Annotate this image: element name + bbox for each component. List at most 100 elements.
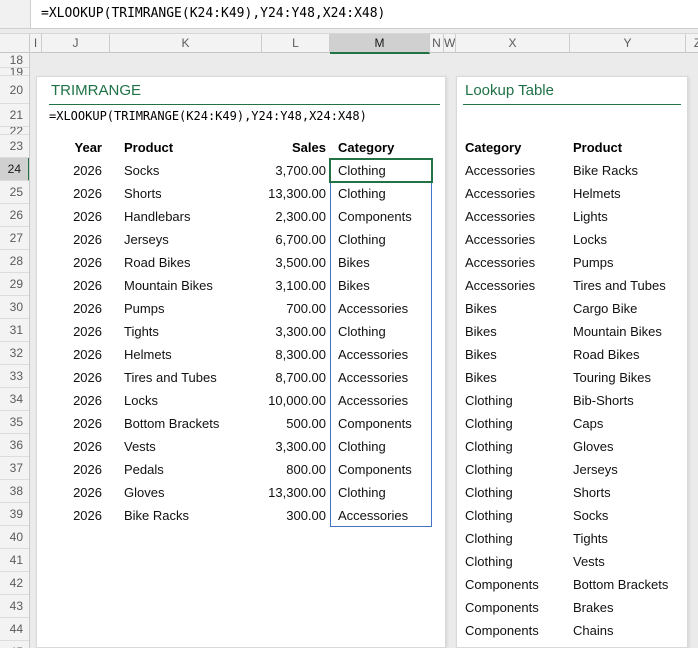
lookup-category-cell[interactable]: Bikes <box>465 297 573 320</box>
year-header[interactable]: Year <box>47 136 102 159</box>
lookup-category-cell[interactable]: Components <box>465 596 573 619</box>
row-header-36[interactable]: 36 <box>0 434 29 457</box>
row-header-22[interactable]: 22 <box>0 127 29 135</box>
product-cell[interactable]: Pumps <box>124 297 264 320</box>
product-cell[interactable]: Pedals <box>124 458 264 481</box>
year-cell[interactable]: 2026 <box>47 481 102 504</box>
sales-cell[interactable]: 3,100.00 <box>264 274 326 297</box>
category-cell[interactable]: Bikes <box>334 274 429 297</box>
table-row[interactable]: 2026 Handlebars 2,300.00 Components <box>37 205 445 228</box>
lookup-category-cell[interactable]: Accessories <box>465 159 573 182</box>
sales-cell[interactable]: 8,700.00 <box>264 366 326 389</box>
category-cell[interactable]: Clothing <box>334 228 429 251</box>
lookup-row[interactable]: Clothing Socks <box>457 504 687 527</box>
lookup-category-cell[interactable]: Accessories <box>465 251 573 274</box>
lookup-product-cell[interactable]: Handlebars <box>573 642 685 647</box>
category-cell[interactable]: Bikes <box>334 251 429 274</box>
row-header-43[interactable]: 43 <box>0 595 29 618</box>
lookup-row[interactable]: Accessories Helmets <box>457 182 687 205</box>
year-cell[interactable]: 2026 <box>47 504 102 527</box>
lookup-category-cell[interactable]: Components <box>465 573 573 596</box>
year-cell[interactable]: 2026 <box>47 182 102 205</box>
select-all-corner[interactable] <box>0 34 30 53</box>
lookup-product-cell[interactable]: Chains <box>573 619 685 642</box>
lookup-row[interactable]: Components Handlebars <box>457 642 687 647</box>
year-cell[interactable]: 2026 <box>47 274 102 297</box>
lookup-product-cell[interactable]: Caps <box>573 412 685 435</box>
product-cell[interactable]: Locks <box>124 389 264 412</box>
lookup-category-cell[interactable]: Bikes <box>465 320 573 343</box>
lookup-category-cell[interactable]: Clothing <box>465 550 573 573</box>
lookup-product-cell[interactable]: Socks <box>573 504 685 527</box>
lookup-row[interactable]: Components Chains <box>457 619 687 642</box>
category-cell[interactable]: Clothing <box>334 159 429 182</box>
category-cell[interactable]: Accessories <box>334 366 429 389</box>
column-header-Z[interactable]: Z <box>686 34 698 53</box>
lookup-row[interactable]: Bikes Cargo Bike <box>457 297 687 320</box>
category-cell[interactable]: Accessories <box>334 343 429 366</box>
row-header-31[interactable]: 31 <box>0 319 29 342</box>
row-header-37[interactable]: 37 <box>0 457 29 480</box>
sales-cell[interactable]: 800.00 <box>264 458 326 481</box>
row-header-45[interactable]: 45 <box>0 641 29 648</box>
row-header-42[interactable]: 42 <box>0 572 29 595</box>
row-header-41[interactable]: 41 <box>0 549 29 572</box>
category-cell[interactable]: Components <box>334 412 429 435</box>
row-header-32[interactable]: 32 <box>0 342 29 365</box>
sales-cell[interactable]: 8,300.00 <box>264 343 326 366</box>
table-row[interactable]: 2026 Tights 3,300.00 Clothing <box>37 320 445 343</box>
product-cell[interactable]: Handlebars <box>124 205 264 228</box>
product-cell[interactable]: Helmets <box>124 343 264 366</box>
category-cell[interactable]: Clothing <box>334 481 429 504</box>
table-row[interactable]: 2026 Bottom Brackets 500.00 Components <box>37 412 445 435</box>
category-header[interactable]: Category <box>334 136 429 159</box>
product-cell[interactable]: Tights <box>124 320 264 343</box>
lookup-category-cell[interactable]: Accessories <box>465 228 573 251</box>
lookup-product-header[interactable]: Product <box>573 136 685 159</box>
table-row[interactable]: 2026 Helmets 8,300.00 Accessories <box>37 343 445 366</box>
year-cell[interactable]: 2026 <box>47 205 102 228</box>
column-header-J[interactable]: J <box>42 34 110 53</box>
lookup-product-cell[interactable]: Lights <box>573 205 685 228</box>
formula-cell[interactable]: =XLOOKUP(TRIMRANGE(K24:K49),Y24:Y48,X24:… <box>49 105 367 128</box>
sales-cell[interactable]: 500.00 <box>264 412 326 435</box>
lookup-product-cell[interactable]: Mountain Bikes <box>573 320 685 343</box>
year-cell[interactable]: 2026 <box>47 412 102 435</box>
category-cell[interactable]: Components <box>334 205 429 228</box>
sales-cell[interactable]: 13,300.00 <box>264 481 326 504</box>
lookup-product-cell[interactable]: Road Bikes <box>573 343 685 366</box>
lookup-row[interactable]: Clothing Vests <box>457 550 687 573</box>
row-header-18[interactable]: 18 <box>0 53 29 68</box>
lookup-product-cell[interactable]: Bib-Shorts <box>573 389 685 412</box>
table-row[interactable]: 2026 Locks 10,000.00 Accessories <box>37 389 445 412</box>
year-cell[interactable]: 2026 <box>47 320 102 343</box>
lookup-category-cell[interactable]: Components <box>465 619 573 642</box>
category-cell[interactable]: Clothing <box>334 320 429 343</box>
sales-cell[interactable]: 13,300.00 <box>264 182 326 205</box>
lookup-category-cell[interactable]: Components <box>465 642 573 647</box>
row-header-44[interactable]: 44 <box>0 618 29 641</box>
product-cell[interactable]: Shorts <box>124 182 264 205</box>
lookup-category-cell[interactable]: Clothing <box>465 389 573 412</box>
year-cell[interactable]: 2026 <box>47 228 102 251</box>
product-cell[interactable]: Bike Racks <box>124 504 264 527</box>
table-row[interactable]: 2026 Shorts 13,300.00 Clothing <box>37 182 445 205</box>
lookup-product-cell[interactable]: Vests <box>573 550 685 573</box>
lookup-category-cell[interactable]: Clothing <box>465 458 573 481</box>
category-cell[interactable]: Accessories <box>334 389 429 412</box>
column-header-W[interactable]: W <box>444 34 456 53</box>
sales-cell[interactable]: 700.00 <box>264 297 326 320</box>
row-header-26[interactable]: 26 <box>0 204 29 227</box>
column-header-I[interactable]: I <box>30 34 42 53</box>
year-cell[interactable]: 2026 <box>47 251 102 274</box>
row-header-34[interactable]: 34 <box>0 388 29 411</box>
sales-cell[interactable]: 3,700.00 <box>264 159 326 182</box>
lookup-category-cell[interactable]: Clothing <box>465 481 573 504</box>
sales-cell[interactable]: 2,300.00 <box>264 205 326 228</box>
table-row[interactable]: 2026 Mountain Bikes 3,100.00 Bikes <box>37 274 445 297</box>
lookup-row[interactable]: Clothing Gloves <box>457 435 687 458</box>
table-row[interactable]: 2026 Gloves 13,300.00 Clothing <box>37 481 445 504</box>
product-header[interactable]: Product <box>124 136 264 159</box>
lookup-product-cell[interactable]: Jerseys <box>573 458 685 481</box>
lookup-category-header[interactable]: Category <box>465 136 573 159</box>
